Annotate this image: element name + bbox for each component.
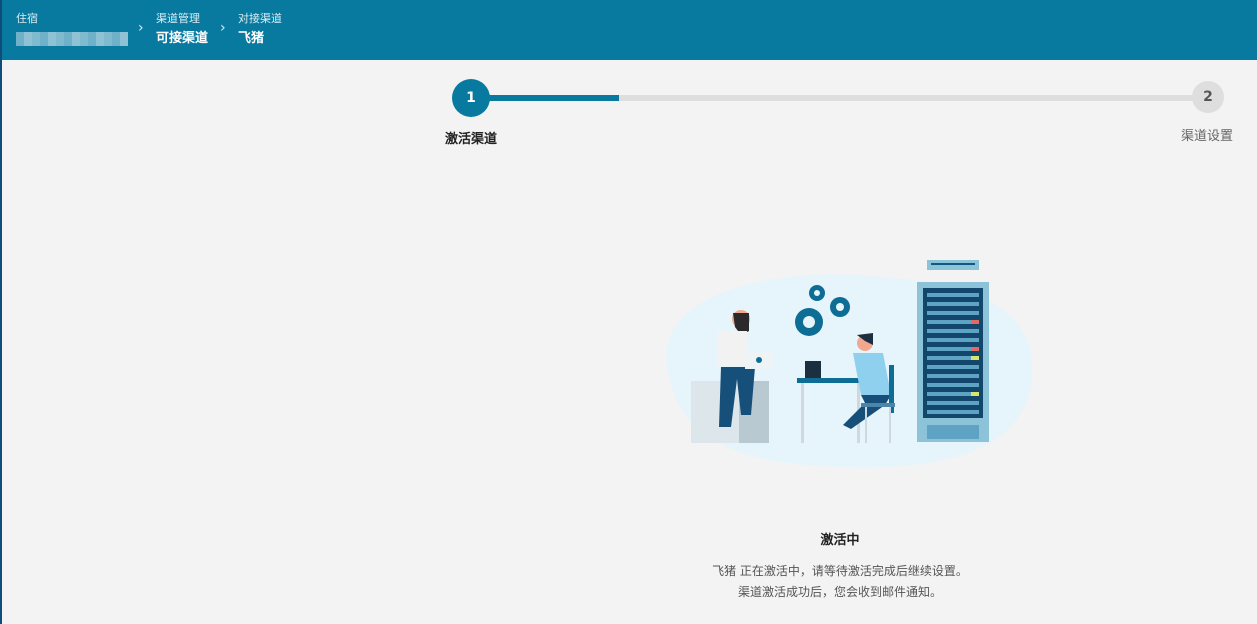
activation-illustration [666,260,1033,468]
step-1-circle[interactable]: 1 [452,79,490,117]
step-2-circle[interactable]: 2 [1192,81,1224,113]
status-description-line-1: 飞猪 正在激活中，请等待激活完成后继续设置。 [712,564,968,578]
server-rack-illustration [917,260,989,442]
stepper-progress [472,95,619,101]
breadcrumb-channel-management-label: 渠道管理 [156,12,200,25]
chevron-right-icon: › [220,20,226,36]
breadcrumb-current-channel: 飞猪 [238,31,265,46]
top-bar: 住宿 › 渠道管理 可接渠道 › 对接渠道 飞猪 [2,0,1257,60]
step-1-label: 激活渠道 [445,132,498,147]
chevron-right-icon: › [138,20,144,36]
status-title: 激活中 [820,533,860,548]
breadcrumb-hotel-label: 住宿 [16,12,38,25]
status-description-line-2: 渠道激活成功后，您会收到邮件通知。 [737,585,942,599]
blurred-hotel-name [16,32,128,46]
step-2-label: 渠道设置 [1181,129,1234,144]
breadcrumb-available-channels: 可接渠道 [156,31,209,46]
breadcrumb-connect-channel-label: 对接渠道 [238,12,282,25]
breadcrumb-connect-channel[interactable]: 对接渠道 飞猪 [238,12,282,48]
breadcrumb-channel-management[interactable]: 渠道管理 可接渠道 [156,12,208,48]
breadcrumb-hotel[interactable]: 住宿 [16,12,128,46]
